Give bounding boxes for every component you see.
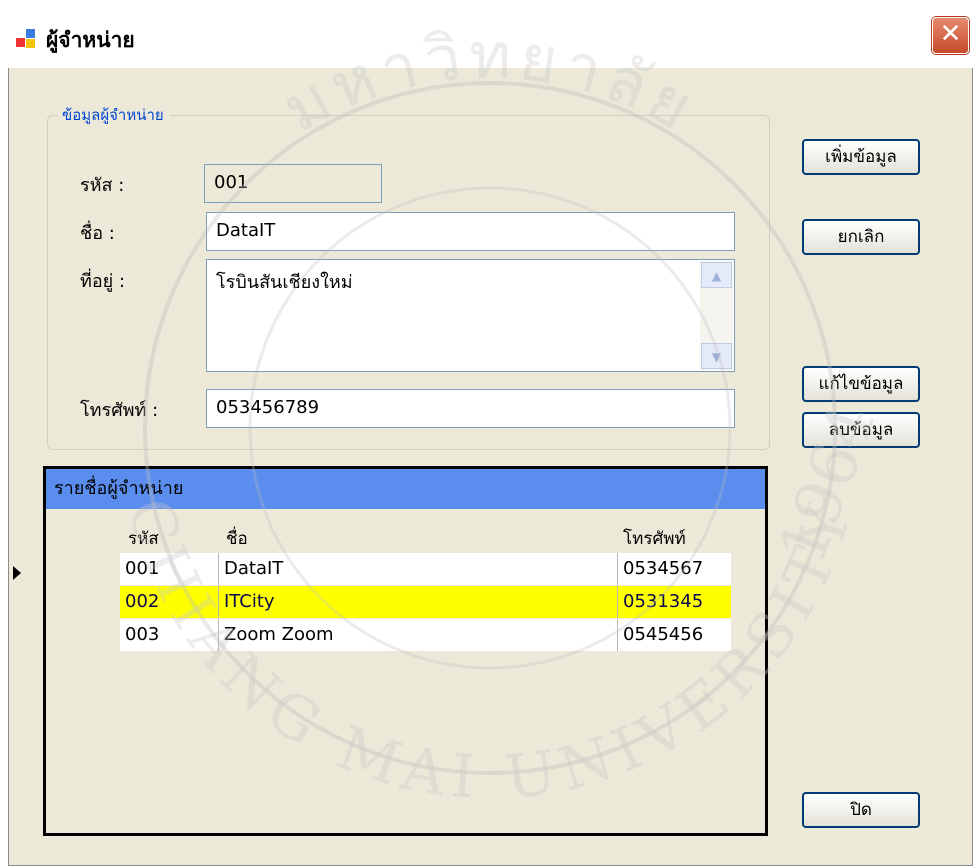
edit-button[interactable]: แก้ไขข้อมูล — [802, 366, 920, 402]
cell-code: 003 — [125, 624, 160, 645]
close-button[interactable]: ปิด — [802, 792, 920, 828]
table-row[interactable]: 001 DataIT 0534567 — [120, 553, 731, 585]
address-scrollbar[interactable]: ▲ ▼ — [700, 261, 733, 370]
cancel-button[interactable]: ยกเลิก — [802, 219, 920, 255]
code-label: รหัส : — [80, 175, 125, 196]
col-header-name[interactable]: ชื่อ — [226, 525, 248, 552]
cell-code: 001 — [125, 558, 160, 579]
cell-code: 002 — [125, 591, 160, 612]
code-field[interactable]: 001 — [204, 164, 382, 203]
group-title: ข้อมูลผู้จำหน่าย — [58, 103, 170, 127]
cell-name: ITCity — [218, 586, 617, 618]
cell-phone: 0545456 — [617, 619, 731, 651]
table-row[interactable]: 003 Zoom Zoom 0545456 — [120, 619, 731, 651]
phone-field[interactable]: 053456789 — [206, 389, 735, 428]
scroll-up-icon[interactable]: ▲ — [701, 262, 732, 288]
window-title: ผู้จำหน่าย — [46, 28, 135, 52]
name-field[interactable]: DataIT — [206, 212, 735, 251]
address-field[interactable]: โรบินสันเชียงใหม่ ▲ ▼ — [206, 259, 735, 372]
form-window-icon — [16, 29, 38, 51]
close-icon[interactable]: ✕ — [932, 17, 969, 54]
col-header-code[interactable]: รหัส — [128, 525, 159, 552]
supplier-grid[interactable]: รายชื่อผู้จำหน่าย รหัส ชื่อ โทรศัพท์ 001… — [43, 466, 768, 836]
cell-phone: 0534567 — [617, 553, 731, 585]
cell-phone: 0531345 — [617, 586, 731, 618]
col-header-phone[interactable]: โทรศัพท์ — [623, 525, 686, 552]
delete-button[interactable]: ลบข้อมูล — [802, 412, 920, 448]
cell-name: Zoom Zoom — [218, 619, 617, 651]
address-text: โรบินสันเชียงใหม่ — [216, 272, 353, 293]
scroll-down-icon[interactable]: ▼ — [701, 343, 732, 369]
address-label: ที่อยู่ : — [80, 271, 126, 292]
title-bar — [8, 8, 973, 68]
table-row[interactable]: 002 ITCity 0531345 — [120, 586, 731, 618]
phone-label: โทรศัพท์ : — [80, 400, 159, 421]
name-label: ชื่อ : — [80, 223, 115, 244]
row-pointer-icon — [13, 566, 21, 580]
cell-name: DataIT — [218, 553, 617, 585]
grid-caption: รายชื่อผู้จำหน่าย — [46, 469, 765, 509]
add-button[interactable]: เพิ่มข้อมูล — [802, 139, 920, 175]
